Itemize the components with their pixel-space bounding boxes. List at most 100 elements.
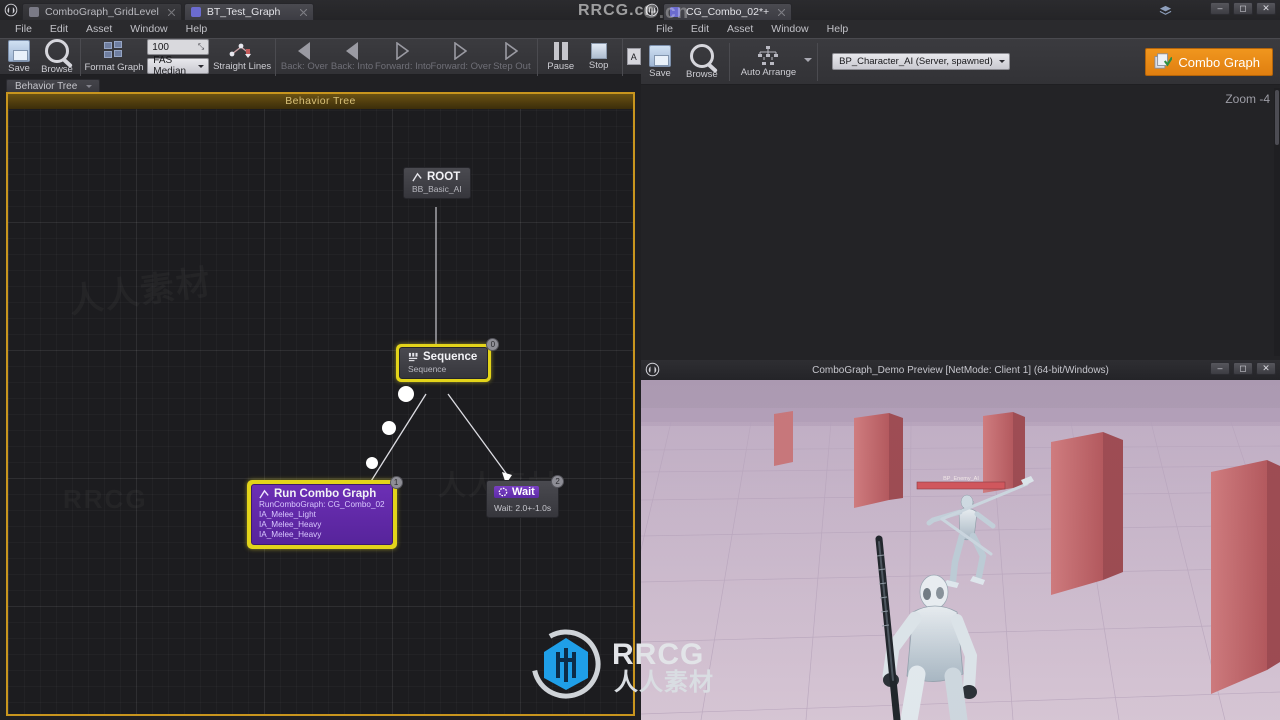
- tab-label: CG_Combo_02*+: [686, 6, 770, 18]
- cg-scrollbar-thumb[interactable]: [1275, 90, 1279, 145]
- back-over-label: Back: Over: [280, 60, 328, 72]
- toolbar-separator: [536, 37, 538, 76]
- bt-node-title-row: Wait: [494, 486, 539, 498]
- close-icon[interactable]: [777, 7, 786, 17]
- auto-arrange-label: Auto Arrange: [740, 66, 797, 78]
- cg-menu-bar: File Edit Asset Window Help: [641, 20, 1280, 38]
- combo-graph-icon: [1154, 52, 1174, 73]
- menu-window[interactable]: Window: [121, 23, 176, 35]
- tab-bt-test-graph[interactable]: BT_Test_Graph: [183, 3, 314, 20]
- combo-graph-button[interactable]: Combo Graph: [1145, 48, 1273, 76]
- browse-button[interactable]: Browse: [679, 42, 725, 82]
- menu-asset[interactable]: Asset: [718, 23, 762, 35]
- straight-lines-button[interactable]: Straight Lines: [213, 40, 271, 74]
- pillar: [1051, 432, 1123, 595]
- game-preview-window: ComboGraph_Demo Preview [NetMode: Client…: [641, 360, 1280, 720]
- close-icon[interactable]: [299, 7, 308, 17]
- clipped-tool-icon: A: [626, 48, 641, 65]
- game-viewport[interactable]: BP_Enemy_AI: [641, 380, 1280, 720]
- behavior-tree-canvas[interactable]: Behavior Tree 人人素材 RRCG 人人素材: [6, 92, 635, 716]
- pillar: [854, 413, 903, 508]
- save-button[interactable]: Save: [641, 43, 679, 81]
- back-into-icon: [346, 41, 358, 60]
- auto-arrange-button[interactable]: Auto Arrange: [734, 44, 803, 80]
- close-icon[interactable]: [167, 7, 176, 17]
- bt-node-root[interactable]: ROOT BB_Basic_AI: [403, 167, 471, 199]
- save-label: Save: [8, 62, 30, 74]
- combo-graph-window: CG_Combo_02*+ – ◻ ✕ G.cn File Edit Asset…: [641, 0, 1280, 360]
- step-out-label: Step Out: [493, 60, 531, 72]
- bt-menu-bar: File Edit Asset Window Help: [0, 20, 641, 38]
- close-button[interactable]: ✕: [1256, 2, 1276, 15]
- combo-graph-button-label: Combo Graph: [1178, 54, 1260, 70]
- tab-combograph-gridlevel[interactable]: ComboGraph_GridLevel: [22, 3, 182, 20]
- bt-node-body: Sequence Sequence: [399, 347, 489, 379]
- bt-node-title-row: ROOT: [412, 171, 462, 183]
- forward-over-label: Forward: Over: [430, 60, 492, 72]
- game-preview-title-bar: ComboGraph_Demo Preview [NetMode: Client…: [641, 360, 1280, 380]
- bt-node-body: Wait Wait: 2.0+-1.0s: [486, 480, 560, 518]
- game-preview-title: ComboGraph_Demo Preview [NetMode: Client…: [812, 364, 1109, 376]
- bt-node-detail-1: IA_Melee_Light: [259, 510, 316, 519]
- wait-icon: [498, 487, 508, 497]
- menu-asset[interactable]: Asset: [77, 23, 121, 35]
- strategy-dropdown[interactable]: FAS Median: [147, 55, 210, 77]
- bt-node-wait[interactable]: Wait Wait: 2.0+-1.0s 2: [486, 475, 565, 518]
- debug-object-dropdown[interactable]: BP_Character_AI (Server, spawned): [832, 53, 1010, 70]
- straight-lines-label: Straight Lines: [213, 60, 272, 72]
- back-into-button[interactable]: Back: Into: [329, 40, 375, 74]
- forward-into-button[interactable]: Forward: Into: [375, 40, 431, 74]
- back-over-icon: [298, 41, 311, 60]
- game-window-controls: – ◻ ✕: [1210, 362, 1276, 375]
- unreal-logo-icon: [645, 362, 660, 380]
- debug-object-value: BP_Character_AI (Server, spawned): [839, 56, 993, 67]
- bt-node-title: Sequence: [423, 351, 478, 363]
- menu-edit[interactable]: Edit: [41, 23, 77, 35]
- menu-help[interactable]: Help: [818, 23, 858, 35]
- layers-icon: [1159, 4, 1172, 17]
- step-out-icon: [505, 40, 519, 61]
- toolbar-separator: [621, 37, 623, 76]
- selection-outline: Run Combo Graph RunComboGraph: CG_Combo_…: [247, 480, 397, 549]
- bt-node-run-combo-graph[interactable]: Run Combo Graph RunComboGraph: CG_Combo_…: [247, 476, 403, 549]
- menu-file[interactable]: File: [6, 23, 41, 35]
- chevron-down-icon[interactable]: [803, 48, 813, 76]
- stop-label: Stop: [588, 59, 609, 71]
- minimize-button[interactable]: –: [1210, 362, 1230, 375]
- selection-outline: Sequence Sequence: [396, 344, 492, 382]
- save-label: Save: [649, 67, 671, 79]
- menu-help[interactable]: Help: [177, 23, 217, 35]
- watermark-top-center: RRCG.cn: [578, 2, 656, 19]
- back-over-button[interactable]: Back: Over: [280, 40, 329, 74]
- maximize-button[interactable]: ◻: [1233, 362, 1253, 375]
- screen-root: ComboGraph_GridLevel BT_Test_Graph File …: [0, 0, 1280, 720]
- forward-over-button[interactable]: Forward: Over: [431, 40, 491, 74]
- forward-into-icon: [396, 40, 410, 61]
- auto-arrange-icon: [755, 45, 781, 66]
- spacing-input[interactable]: 100: [147, 39, 210, 55]
- bt-node-title: Run Combo Graph: [274, 488, 377, 500]
- close-button[interactable]: ✕: [1256, 362, 1276, 375]
- menu-edit[interactable]: Edit: [682, 23, 718, 35]
- level-icon: [29, 7, 39, 17]
- save-button[interactable]: Save: [0, 38, 38, 76]
- pause-label: Pause: [547, 60, 575, 72]
- bt-node-body: Run Combo Graph RunComboGraph: CG_Combo_…: [251, 484, 393, 545]
- step-out-button[interactable]: Step Out: [491, 40, 533, 74]
- pause-button[interactable]: Pause: [542, 40, 580, 74]
- minimize-button[interactable]: –: [1210, 2, 1230, 15]
- cg-toolbar: Save Browse Auto Arrange BP_Character_AI…: [641, 38, 1280, 85]
- menu-file[interactable]: File: [647, 23, 682, 35]
- bt-node-sequence[interactable]: Sequence Sequence 0: [396, 338, 500, 382]
- bt-node-detail-0: RunComboGraph: CG_Combo_02: [259, 500, 385, 509]
- tab-label: ComboGraph_GridLevel: [45, 6, 159, 18]
- format-graph-button[interactable]: Format Graph: [84, 39, 144, 75]
- stop-button[interactable]: Stop: [580, 41, 618, 73]
- maximize-button[interactable]: ◻: [1233, 2, 1253, 15]
- browse-button[interactable]: Browse: [38, 37, 76, 77]
- save-icon: [649, 44, 671, 67]
- clipped-tool-button[interactable]: A: [626, 48, 641, 65]
- forward-over-icon: [454, 40, 468, 61]
- cg-scrollbar[interactable]: [1274, 88, 1280, 356]
- menu-window[interactable]: Window: [762, 23, 817, 35]
